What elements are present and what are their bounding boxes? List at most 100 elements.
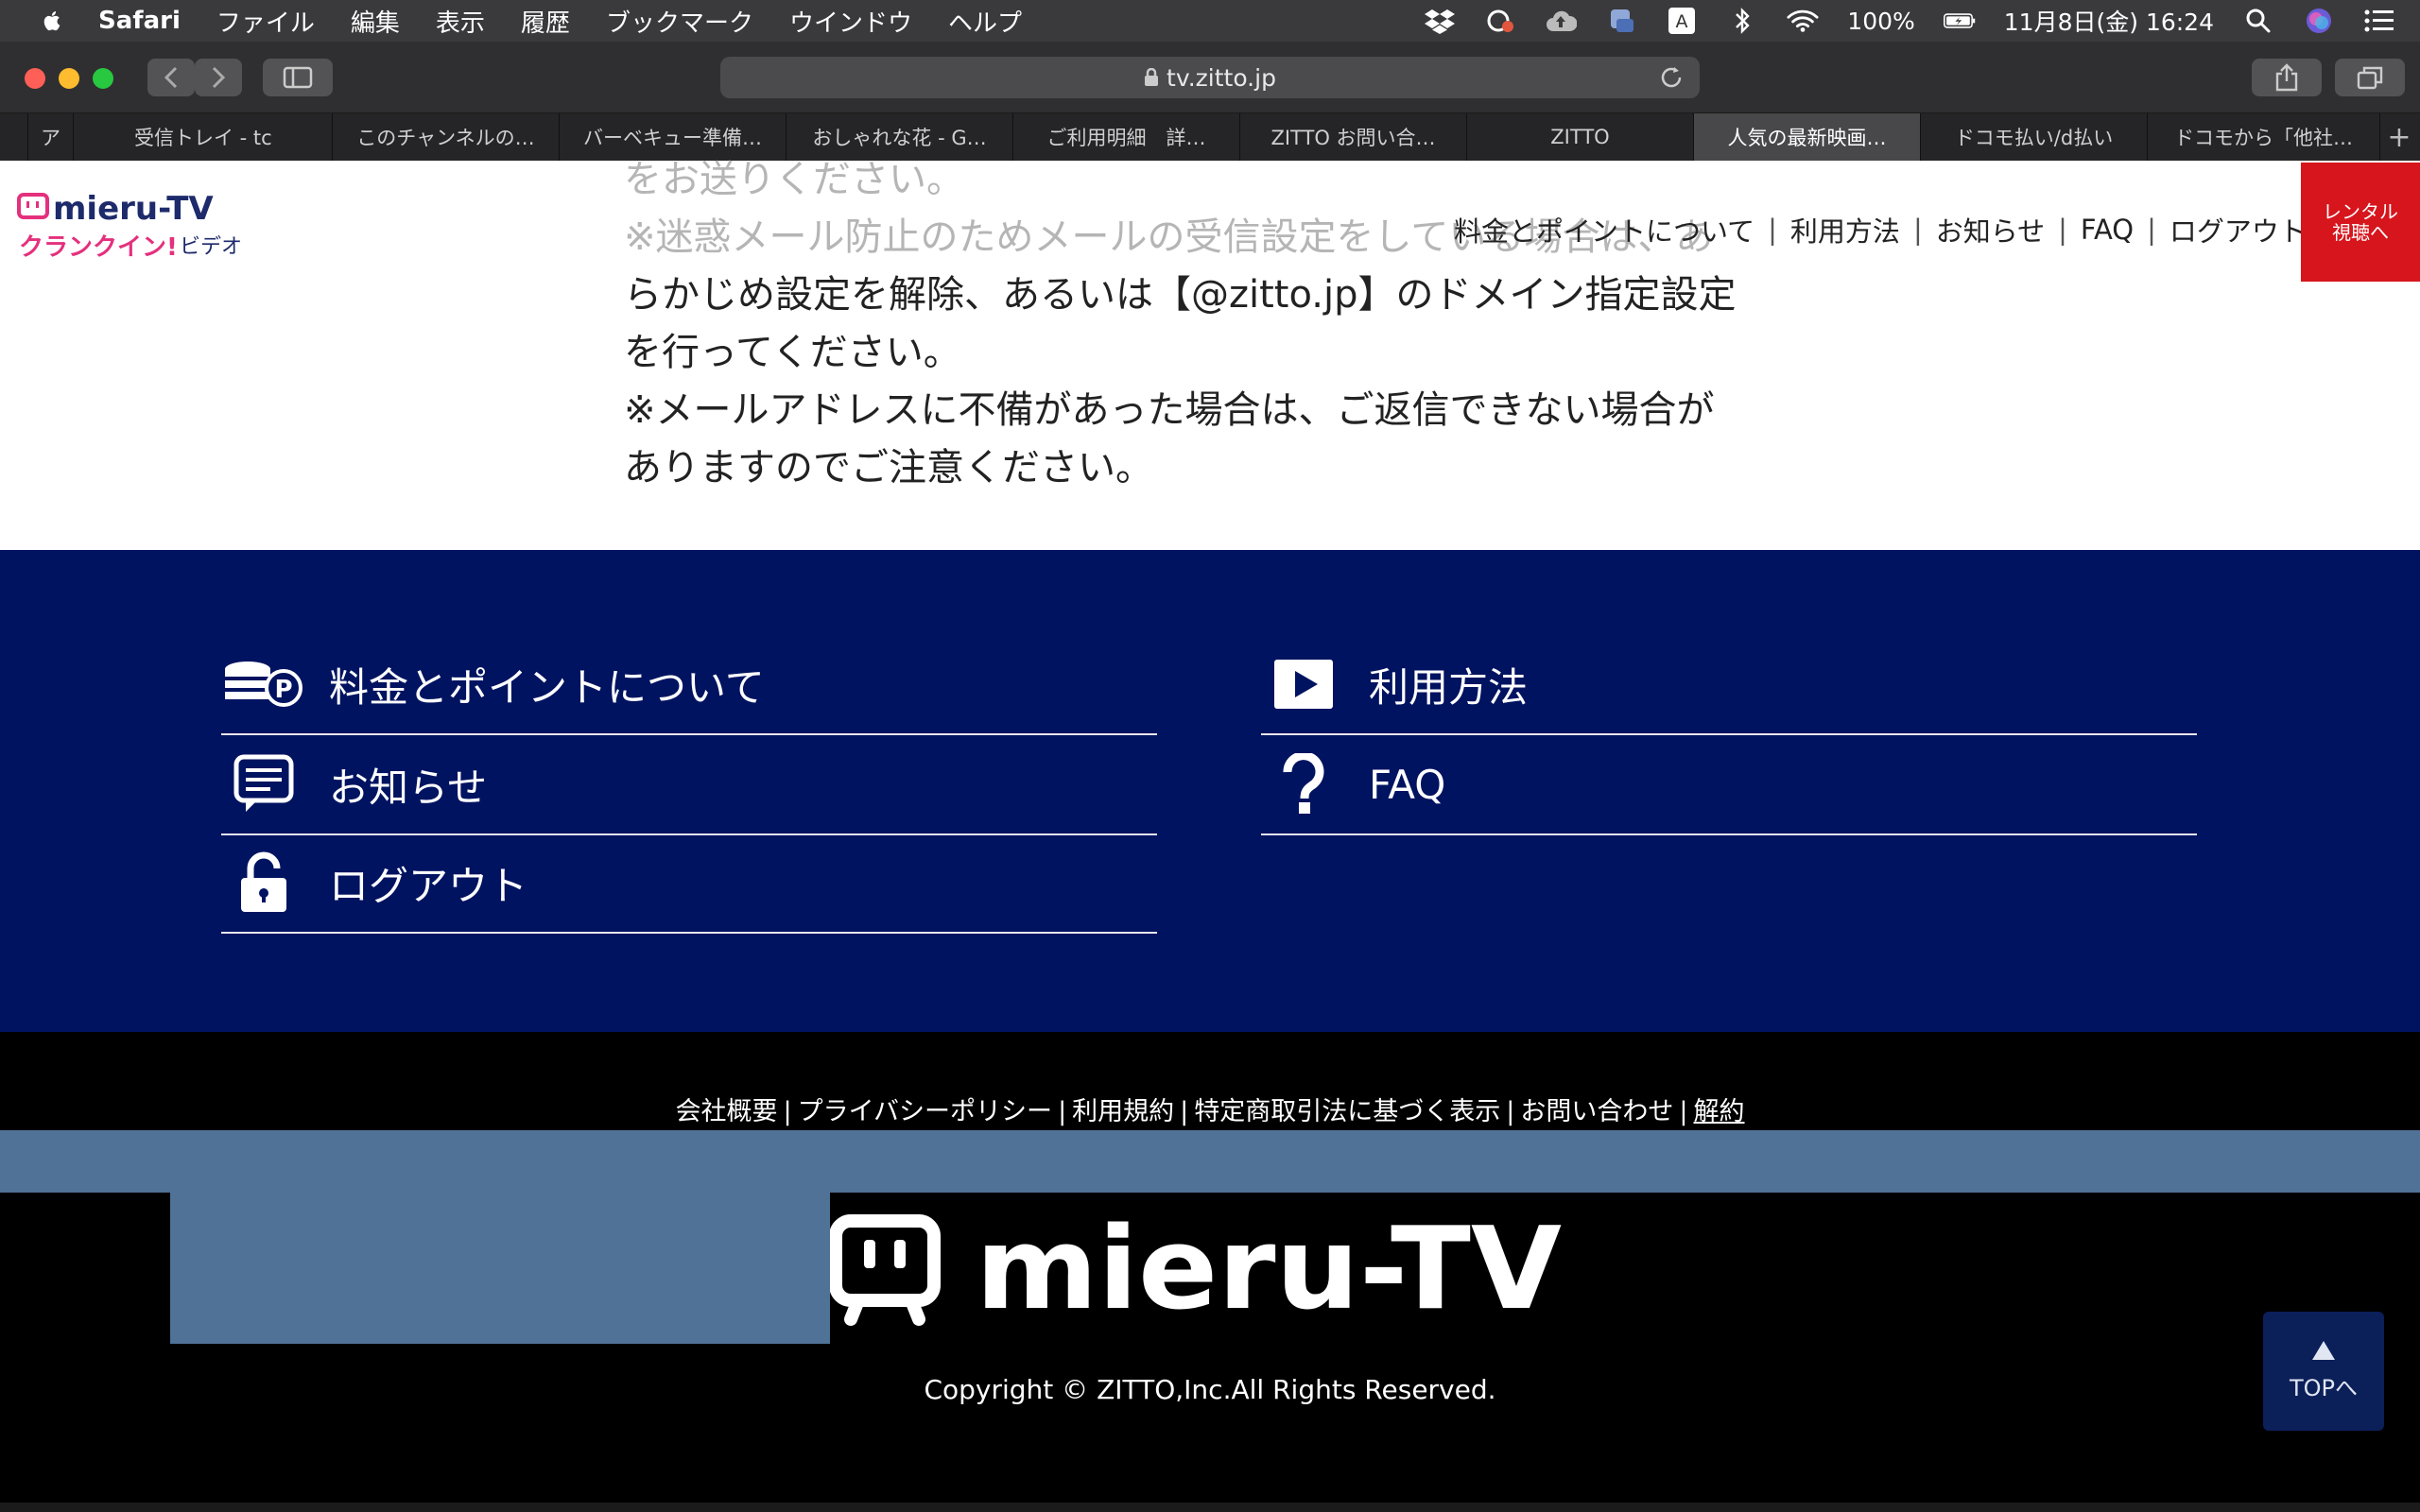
menu-window[interactable]: ウインドウ xyxy=(789,4,912,39)
tab-10[interactable]: ドコモ払い/d払い xyxy=(1921,113,2148,161)
contact-notice-text: をお送りください。 ※迷惑メール防止のためメールの受信設定をしている場合は、あ … xyxy=(624,151,1736,497)
tab-11[interactable]: ドコモから「他社… xyxy=(2148,113,2380,161)
header-nav-pricing[interactable]: 料金とポイントについて xyxy=(1454,210,1754,249)
battery-icon[interactable] xyxy=(1943,8,1976,34)
nav-separator: | xyxy=(1912,214,1923,246)
rental-view-button[interactable]: レンタル 視聴へ xyxy=(2301,163,2420,282)
rental-button-line1: レンタル xyxy=(2323,200,2398,223)
chevron-right-icon xyxy=(212,66,226,89)
header-nav-logout[interactable]: ログアウト xyxy=(2169,210,2307,249)
bluetooth-icon[interactable] xyxy=(1726,8,1758,34)
menu-bookmarks[interactable]: ブックマーク xyxy=(606,4,753,39)
fullscreen-window-button[interactable] xyxy=(93,68,113,89)
footer-link-cancel[interactable]: 解約 xyxy=(1694,1097,1745,1126)
share-button[interactable] xyxy=(2252,59,2322,96)
footer-link-separator: | xyxy=(1506,1097,1515,1126)
back-to-top-label: TOPへ xyxy=(2289,1374,2359,1401)
lock-icon xyxy=(221,850,306,916)
apple-menu-icon[interactable] xyxy=(38,7,66,35)
nav-separator: | xyxy=(1768,214,1777,246)
back-button[interactable] xyxy=(147,59,195,96)
minimize-window-button[interactable] xyxy=(59,68,79,89)
lock-icon xyxy=(1145,68,1159,86)
menu-help[interactable]: ヘルプ xyxy=(948,4,1022,39)
svg-text:クランクイン!: クランクイン! xyxy=(19,233,178,262)
back-to-top-button[interactable]: TOPへ xyxy=(2263,1312,2384,1431)
notice-line: を行ってください。 xyxy=(624,331,961,374)
footer-nav-howto[interactable]: 利用方法 xyxy=(1261,635,2197,735)
notification-center-icon[interactable] xyxy=(2363,8,2395,34)
menu-history[interactable]: 履歴 xyxy=(521,4,570,39)
footer-nav-logout[interactable]: ログアウト xyxy=(221,833,1157,934)
sidebar-toggle-button[interactable] xyxy=(263,59,333,96)
close-window-button[interactable] xyxy=(25,68,45,89)
copyright-text: Copyright © ZITTO,Inc.All Rights Reserve… xyxy=(924,1374,1496,1405)
footer-link-separator: | xyxy=(1679,1097,1688,1126)
footer-link-company[interactable]: 会社概要 xyxy=(675,1097,777,1126)
bottom-strip xyxy=(0,1503,2420,1512)
tab-2[interactable]: 受信トレイ - tc xyxy=(74,113,333,161)
footer-link-commerce-law[interactable]: 特定商取引法に基づく表示 xyxy=(1194,1097,1500,1126)
footer-nav-pricing[interactable]: P 料金とポイントについて xyxy=(221,635,1157,735)
tab-1[interactable]: ア xyxy=(28,113,74,161)
menu-file[interactable]: ファイル xyxy=(216,4,315,39)
svg-text:mieru-TV: mieru-TV xyxy=(53,190,214,228)
dropbox-icon[interactable] xyxy=(1424,8,1456,34)
play-icon xyxy=(1261,651,1346,717)
notice-line: ありますのでご注意ください。 xyxy=(624,446,1153,490)
input-method-icon[interactable]: A xyxy=(1666,8,1698,34)
share-icon xyxy=(2275,63,2298,92)
footer-nav-faq[interactable]: FAQ xyxy=(1261,735,2197,835)
tabs-overview-icon xyxy=(2357,66,2383,90)
footer-link-privacy[interactable]: プライバシーポリシー xyxy=(798,1097,1052,1126)
notice-line: らかじめ設定を解除、あるいは【@zitto.jp】のドメイン指定設定 xyxy=(624,273,1737,317)
footer-nav-pricing-label: 料金とポイントについて xyxy=(329,663,765,711)
spotlight-search-icon[interactable] xyxy=(2242,8,2274,34)
address-bar[interactable]: tv.zitto.jp xyxy=(720,57,1700,98)
mieru-tv-footer-logo[interactable]: mieru-TV xyxy=(830,1193,1605,1344)
sync-icon[interactable] xyxy=(1484,8,1516,34)
menubar: Safari ファイル 編集 表示 履歴 ブックマーク ウインドウ ヘルプ A … xyxy=(0,0,2420,42)
svg-text:ビデオ: ビデオ xyxy=(180,235,242,259)
footer-links: 会社概要 | プライバシーポリシー | 利用規約 | 特定商取引法に基づく表示 | お問い合わせ… xyxy=(0,1091,2420,1127)
header-nav: 料金とポイントについて | 利用方法 | お知らせ | FAQ | ログアウト xyxy=(1454,210,2307,249)
footer-link-terms[interactable]: 利用規約 xyxy=(1072,1097,1174,1126)
app-status-icon[interactable] xyxy=(1605,8,1637,34)
header-nav-howto[interactable]: 利用方法 xyxy=(1790,210,1900,249)
menubar-clock[interactable]: 11月8日(金) 16:24 xyxy=(2004,4,2214,38)
arrow-up-icon xyxy=(2312,1340,2335,1360)
forward-button[interactable] xyxy=(195,59,242,96)
menu-edit[interactable]: 編集 xyxy=(351,4,400,39)
input-method-label: A xyxy=(1676,11,1688,32)
new-tab-button[interactable]: + xyxy=(2380,113,2418,161)
cloud-upload-icon[interactable] xyxy=(1545,8,1578,34)
message-icon xyxy=(221,751,306,817)
header-nav-news[interactable]: お知らせ xyxy=(1936,210,2045,249)
tab-pinned[interactable] xyxy=(0,113,28,161)
chevron-left-icon xyxy=(164,66,178,89)
svg-text:mieru-TV: mieru-TV xyxy=(976,1204,1562,1335)
footer-nav-news[interactable]: お知らせ xyxy=(221,735,1157,835)
mieru-tv-logo[interactable]: mieru-TV クランクイン! ビデオ xyxy=(17,189,263,274)
header-nav-faq[interactable]: FAQ xyxy=(2081,214,2134,246)
notice-line: をお送りください。 xyxy=(624,158,964,201)
tab-3[interactable]: このチャンネルの… xyxy=(333,113,560,161)
rental-button-line2: 視聴へ xyxy=(2332,221,2389,244)
footer-link-contact[interactable]: お問い合わせ xyxy=(1520,1097,1673,1126)
nav-separator: | xyxy=(2058,214,2067,246)
sidebar-icon xyxy=(283,66,313,89)
footer-nav-logout-label: ログアウト xyxy=(329,862,528,909)
wifi-icon[interactable] xyxy=(1787,8,1819,34)
menu-view[interactable]: 表示 xyxy=(436,4,485,39)
browser-toolbar: tv.zitto.jp xyxy=(0,42,2420,113)
menu-safari[interactable]: Safari xyxy=(98,7,181,35)
coins-point-icon: P xyxy=(221,651,306,717)
footer-nav-news-label: お知らせ xyxy=(329,764,488,811)
battery-percent: 100% xyxy=(1847,7,1915,35)
show-all-tabs-button[interactable] xyxy=(2335,59,2405,96)
footer-link-separator: | xyxy=(1058,1097,1067,1126)
reload-icon[interactable] xyxy=(1658,64,1685,91)
footer-link-separator: | xyxy=(1180,1097,1189,1126)
siri-icon[interactable] xyxy=(2303,8,2335,34)
footer-link-separator: | xyxy=(783,1097,792,1126)
